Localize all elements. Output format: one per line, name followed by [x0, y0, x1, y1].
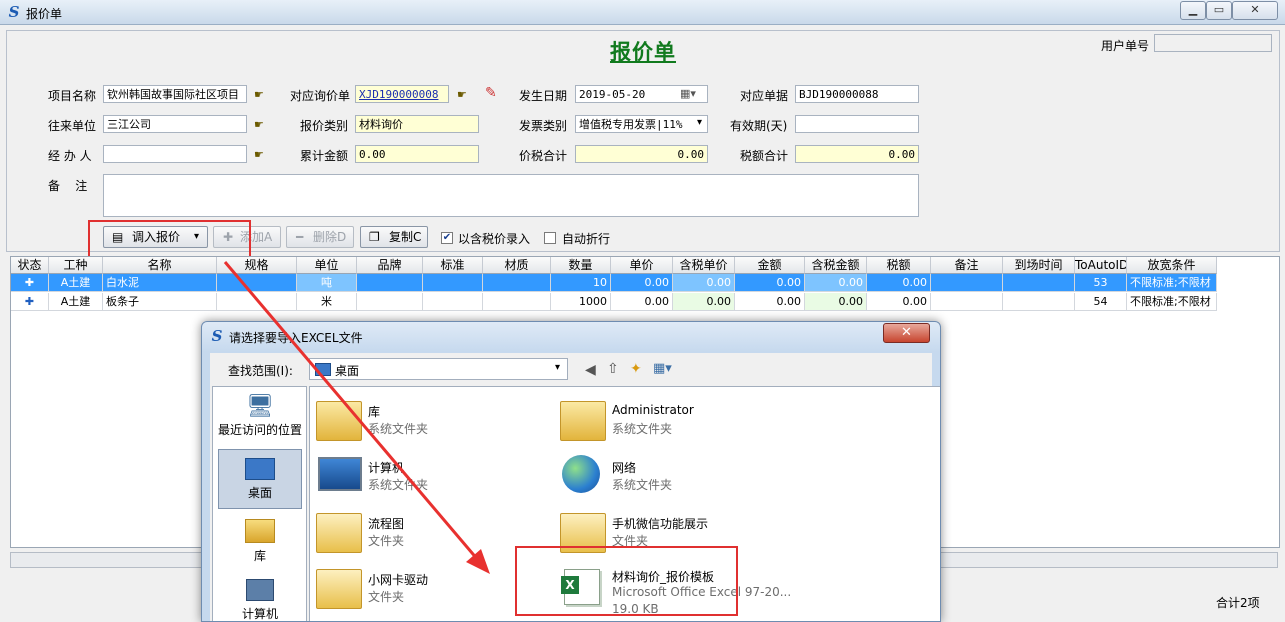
annotation-arrow-head: [466, 549, 490, 574]
annotation-arrow-line: [223, 261, 480, 561]
annotation-arrow: [223, 261, 490, 574]
